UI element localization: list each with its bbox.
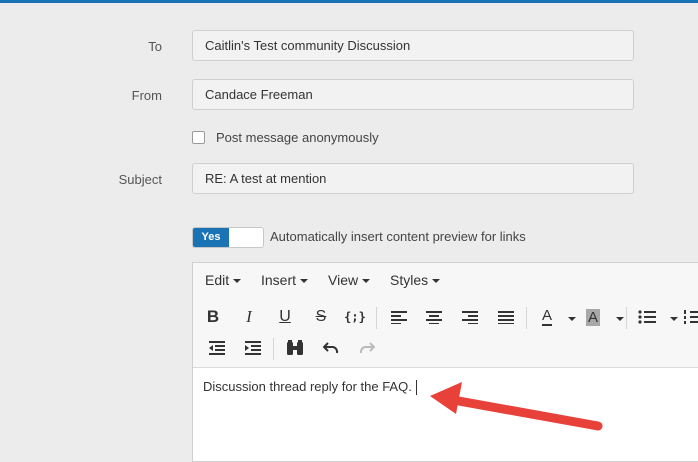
- code-braces-icon[interactable]: {;}: [341, 304, 369, 330]
- anonymous-row[interactable]: Post message anonymously: [192, 128, 379, 146]
- editor-body-text: Discussion thread reply for the FAQ.: [203, 379, 412, 394]
- content-preview-toggle[interactable]: Yes: [192, 227, 264, 248]
- redo-icon[interactable]: [353, 335, 381, 361]
- align-justify-icon[interactable]: [492, 304, 520, 330]
- toolbar-separator: [626, 307, 627, 329]
- toolbar-separator: [376, 307, 377, 329]
- menu-edit-label: Edit: [205, 272, 230, 288]
- numbered-list-icon[interactable]: [679, 304, 698, 330]
- italic-icon[interactable]: I: [235, 304, 263, 330]
- anonymous-checkbox[interactable]: [192, 130, 205, 144]
- annotation-arrow-icon: [430, 382, 603, 431]
- top-accent-line: [0, 0, 698, 3]
- editor-toolbar: B I U S {;} A A: [193, 297, 698, 368]
- find-binoculars-icon[interactable]: [281, 335, 309, 361]
- toolbar-separator: [526, 307, 527, 329]
- chevron-down-icon[interactable]: [616, 317, 624, 321]
- chevron-down-icon: [432, 279, 441, 284]
- subject-field[interactable]: RE: A test at mention: [192, 163, 634, 194]
- editor-content[interactable]: Discussion thread reply for the FAQ.: [203, 379, 417, 396]
- toggle-yes-state: Yes: [193, 228, 229, 247]
- menu-styles[interactable]: Styles: [390, 272, 441, 288]
- anonymous-label: Post message anonymously: [216, 129, 379, 145]
- chevron-down-icon[interactable]: [670, 317, 678, 321]
- menu-view[interactable]: View: [328, 272, 371, 288]
- menu-edit[interactable]: Edit: [205, 272, 242, 288]
- bullet-list-icon[interactable]: [633, 304, 661, 330]
- from-label: From: [131, 88, 162, 103]
- menu-insert-label: Insert: [261, 272, 297, 288]
- text-color-icon[interactable]: A: [533, 304, 561, 330]
- menu-styles-label: Styles: [390, 272, 429, 288]
- highlight-color-icon[interactable]: A: [579, 304, 607, 330]
- to-label: To: [148, 39, 162, 54]
- align-right-icon[interactable]: [456, 304, 484, 330]
- align-left-icon[interactable]: [385, 304, 413, 330]
- outdent-icon[interactable]: [203, 335, 231, 361]
- chevron-down-icon: [233, 279, 242, 284]
- menu-view-label: View: [328, 272, 359, 288]
- align-center-icon[interactable]: [420, 304, 448, 330]
- content-preview-label: Automatically insert content preview for…: [270, 229, 526, 244]
- chevron-down-icon: [300, 279, 309, 284]
- toolbar-separator: [273, 338, 274, 360]
- menu-insert[interactable]: Insert: [261, 272, 309, 288]
- bold-icon[interactable]: B: [199, 304, 227, 330]
- underline-icon[interactable]: U: [271, 304, 299, 330]
- indent-icon[interactable]: [239, 335, 267, 361]
- subject-label: Subject: [118, 172, 162, 187]
- strikethrough-icon[interactable]: S: [307, 304, 335, 330]
- editor-menubar: Edit Insert View Styles: [193, 263, 698, 298]
- to-field[interactable]: Caitlin's Test community Discussion: [192, 30, 634, 61]
- from-field[interactable]: Candace Freeman: [192, 79, 634, 110]
- chevron-down-icon: [362, 279, 371, 284]
- chevron-down-icon[interactable]: [568, 317, 576, 321]
- undo-icon[interactable]: [317, 335, 345, 361]
- text-cursor: [415, 380, 417, 396]
